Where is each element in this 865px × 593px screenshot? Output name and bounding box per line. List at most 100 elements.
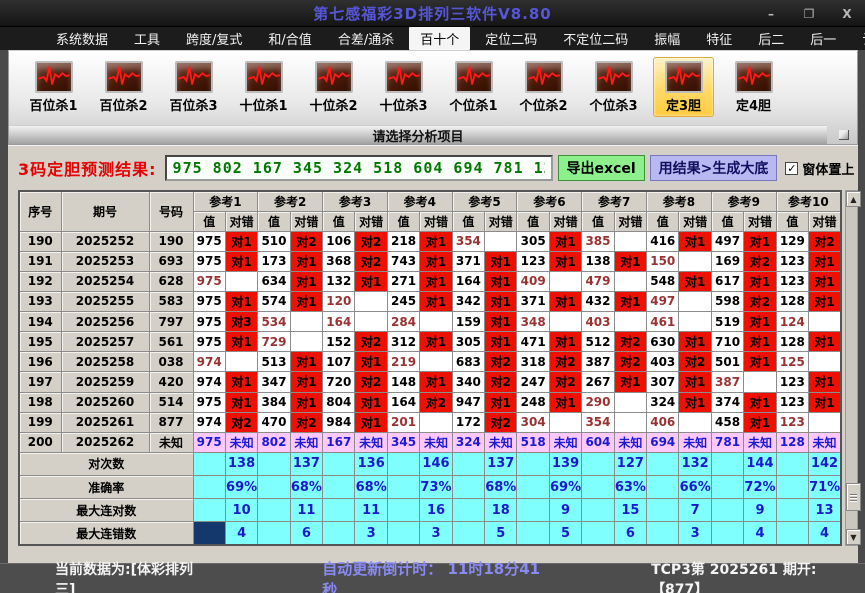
cell-issue[interactable]: 2025253 <box>61 251 149 271</box>
cell-ref-mark-6[interactable] <box>549 312 581 332</box>
cell-ref-value-3[interactable]: 984 <box>323 412 355 432</box>
cell-ref-value-2[interactable]: 534 <box>258 312 290 332</box>
summary-spacer-3[interactable] <box>323 522 355 545</box>
summary-spacer-1[interactable] <box>193 522 225 545</box>
cell-seq[interactable]: 198 <box>19 392 61 412</box>
minimize-icon[interactable]: – <box>763 7 779 21</box>
cell-ref-mark-9[interactable] <box>744 372 776 392</box>
cell-ref-mark-3[interactable]: 对1 <box>355 352 387 372</box>
summary-value-5[interactable]: 5 <box>485 522 517 545</box>
cell-ref-mark-1[interactable]: 对1 <box>225 372 257 392</box>
summary-value-4[interactable]: 73% <box>420 476 452 499</box>
summary-spacer-6[interactable] <box>517 452 549 475</box>
cell-ref-value-8[interactable]: 497 <box>647 291 679 311</box>
cell-ref-mark-3[interactable]: 对1 <box>355 392 387 412</box>
cell-ref-value-8[interactable]: 416 <box>647 231 679 251</box>
cell-issue[interactable]: 2025257 <box>61 332 149 352</box>
cell-ref-value-8[interactable]: 307 <box>647 372 679 392</box>
summary-spacer-3[interactable] <box>323 452 355 475</box>
cell-ref-mark-8[interactable]: 对1 <box>679 231 711 251</box>
cell-ref-mark-4[interactable] <box>420 352 452 372</box>
cell-ref-mark-10[interactable]: 对1 <box>809 332 841 352</box>
cell-ref-value-4[interactable]: 201 <box>387 412 419 432</box>
cell-ref-mark-8[interactable]: 对1 <box>679 372 711 392</box>
summary-spacer-3[interactable] <box>323 499 355 522</box>
cell-ref-mark-2[interactable]: 对1 <box>290 251 322 271</box>
cell-ref-mark-3[interactable]: 对2 <box>355 332 387 352</box>
cell-ref-mark-5[interactable]: 对2 <box>485 372 517 392</box>
menu-item-1[interactable]: 工具 <box>123 27 171 50</box>
cell-ref-mark-2[interactable]: 对1 <box>290 352 322 372</box>
summary-spacer-10[interactable] <box>776 452 808 475</box>
cell-issue[interactable]: 2025256 <box>61 312 149 332</box>
cell-ref-value-1[interactable]: 975 <box>193 432 225 452</box>
cell-ref-value-4[interactable]: 271 <box>387 271 419 291</box>
summary-value-6[interactable]: 69% <box>549 476 581 499</box>
cell-ref-value-2[interactable]: 574 <box>258 291 290 311</box>
cell-number[interactable]: 693 <box>149 251 193 271</box>
cell-number[interactable]: 797 <box>149 312 193 332</box>
cell-ref-value-1[interactable]: 974 <box>193 412 225 432</box>
cell-ref-value-5[interactable]: 340 <box>452 372 484 392</box>
summary-spacer-6[interactable] <box>517 522 549 545</box>
scroll-up-icon[interactable]: ▲ <box>846 191 861 207</box>
cell-number[interactable]: 420 <box>149 372 193 392</box>
cell-seq[interactable]: 196 <box>19 352 61 372</box>
summary-value-7[interactable]: 6 <box>614 522 646 545</box>
cell-ref-mark-8[interactable]: 对1 <box>679 271 711 291</box>
cell-ref-value-2[interactable]: 513 <box>258 352 290 372</box>
summary-value-2[interactable]: 137 <box>290 452 322 475</box>
cell-ref-mark-5[interactable]: 对2 <box>485 352 517 372</box>
summary-value-2[interactable]: 68% <box>290 476 322 499</box>
cell-ref-mark-3[interactable] <box>355 312 387 332</box>
menu-item-5[interactable]: 百十个 <box>409 27 470 50</box>
summary-value-3[interactable]: 136 <box>355 452 387 475</box>
cell-ref-mark-10[interactable]: 未知 <box>809 432 841 452</box>
summary-spacer-7[interactable] <box>582 452 614 475</box>
cell-ref-value-9[interactable]: 497 <box>711 231 743 251</box>
cell-ref-mark-6[interactable]: 对2 <box>549 372 581 392</box>
cell-ref-value-5[interactable]: 683 <box>452 352 484 372</box>
cell-ref-value-8[interactable]: 406 <box>647 412 679 432</box>
cell-seq[interactable]: 190 <box>19 231 61 251</box>
menu-item-6[interactable]: 定位二码 <box>474 27 548 50</box>
cell-ref-mark-6[interactable]: 对1 <box>549 251 581 271</box>
cell-seq[interactable]: 194 <box>19 312 61 332</box>
summary-spacer-5[interactable] <box>452 476 484 499</box>
menu-item-3[interactable]: 和/合值 <box>257 27 322 50</box>
cell-ref-mark-9[interactable]: 对1 <box>744 352 776 372</box>
cell-ref-mark-10[interactable]: 对1 <box>809 251 841 271</box>
cell-ref-mark-10[interactable]: 对1 <box>809 291 841 311</box>
cell-ref-value-3[interactable]: 164 <box>323 312 355 332</box>
summary-spacer-7[interactable] <box>582 476 614 499</box>
vertical-scrollbar[interactable]: ▲ ▼ <box>845 190 858 546</box>
cell-ref-mark-2[interactable]: 对1 <box>290 271 322 291</box>
cell-ref-value-6[interactable]: 371 <box>517 291 549 311</box>
cell-ref-mark-3[interactable]: 对2 <box>355 251 387 271</box>
cell-ref-value-3[interactable]: 804 <box>323 392 355 412</box>
cell-ref-value-2[interactable]: 634 <box>258 271 290 291</box>
cell-ref-value-6[interactable]: 304 <box>517 412 549 432</box>
summary-spacer-10[interactable] <box>776 476 808 499</box>
cell-ref-mark-5[interactable]: 对1 <box>485 251 517 271</box>
summary-spacer-1[interactable] <box>193 452 225 475</box>
cell-ref-value-7[interactable]: 138 <box>582 251 614 271</box>
summary-value-2[interactable]: 6 <box>290 522 322 545</box>
cell-ref-value-3[interactable]: 368 <box>323 251 355 271</box>
cell-ref-value-6[interactable]: 123 <box>517 251 549 271</box>
toolbar-button-3[interactable]: 十位杀1 <box>233 57 294 117</box>
cell-ref-mark-1[interactable]: 对1 <box>225 392 257 412</box>
cell-ref-mark-9[interactable]: 未知 <box>744 432 776 452</box>
cell-ref-value-3[interactable]: 120 <box>323 291 355 311</box>
cell-ref-value-5[interactable]: 172 <box>452 412 484 432</box>
cell-ref-mark-1[interactable] <box>225 352 257 372</box>
summary-spacer-4[interactable] <box>387 499 419 522</box>
cell-ref-value-8[interactable]: 548 <box>647 271 679 291</box>
cell-ref-value-7[interactable]: 290 <box>582 392 614 412</box>
cell-ref-mark-7[interactable] <box>614 231 646 251</box>
cell-seq[interactable]: 193 <box>19 291 61 311</box>
cell-ref-value-6[interactable]: 409 <box>517 271 549 291</box>
cell-ref-value-6[interactable]: 471 <box>517 332 549 352</box>
cell-ref-value-5[interactable]: 342 <box>452 291 484 311</box>
cell-ref-value-10[interactable]: 125 <box>776 352 808 372</box>
